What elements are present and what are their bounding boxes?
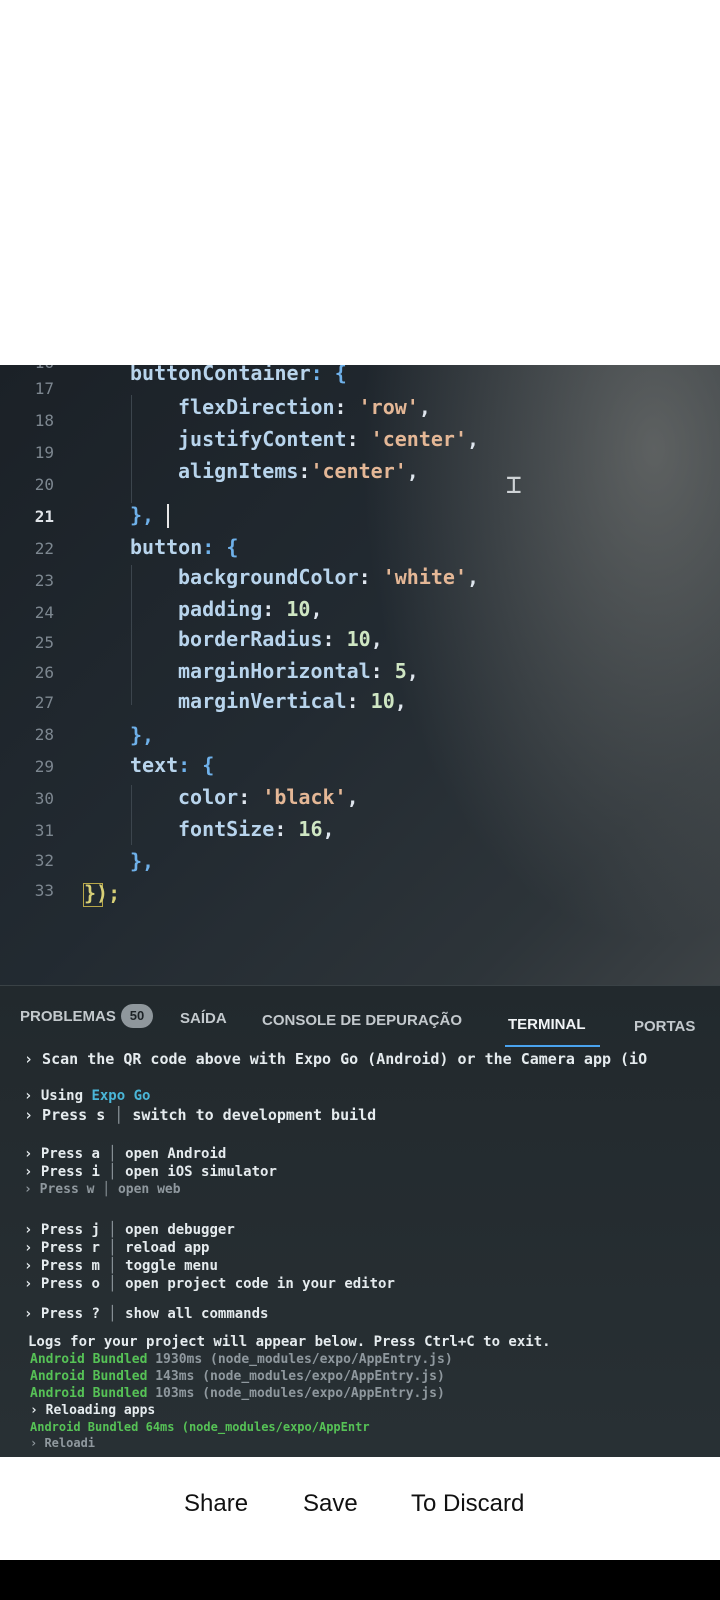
- line-number: 28: [34, 725, 54, 744]
- code-line: text: {: [130, 753, 215, 777]
- terminal-line: › Press o │ open project code in your ed…: [24, 1276, 395, 1292]
- code-line: color: 'black',: [178, 785, 359, 809]
- line-number: 16: [18, 365, 54, 372]
- system-navigation-bar: [0, 1560, 720, 1600]
- tab-problems[interactable]: PROBLEMAS: [20, 1008, 116, 1025]
- line-number: 20: [34, 475, 54, 494]
- code-line: },: [130, 849, 155, 873]
- terminal-line: › Press a │ open Android: [24, 1146, 227, 1162]
- tab-output[interactable]: SAÍDA: [180, 1010, 227, 1027]
- terminal-line: › Press ? │ show all commands: [24, 1306, 269, 1322]
- terminal-line: Android Bundled 1930ms (node_modules/exp…: [30, 1352, 453, 1367]
- terminal-line: › Reloading apps: [30, 1403, 156, 1418]
- tab-ports[interactable]: PORTAS: [634, 1018, 695, 1035]
- code-line: flexDirection: 'row',: [178, 395, 431, 419]
- code-line: },: [130, 503, 155, 527]
- bottom-panel: PROBLEMAS 50 SAÍDA CONSOLE DE DEPURAÇÃO …: [0, 985, 720, 1457]
- code-line: },: [130, 723, 155, 747]
- discard-button[interactable]: To Discard: [411, 1490, 524, 1518]
- photo-of-code-editor: 16 17 18 19 20 21 22 23 24 25 26 27 28 2…: [0, 365, 720, 1457]
- code-line: borderRadius: 10,: [178, 627, 383, 651]
- terminal-line: › Using Expo Go: [24, 1088, 151, 1104]
- tab-debug-console[interactable]: CONSOLE DE DEPURAÇÃO: [262, 1012, 462, 1029]
- terminal-line: › Reloadi: [30, 1436, 96, 1450]
- line-number: 23: [34, 571, 54, 590]
- line-number: 25: [34, 633, 54, 652]
- line-number: 24: [34, 603, 54, 622]
- problems-count-badge: 50: [121, 1004, 153, 1028]
- indent-guide: [131, 395, 132, 503]
- terminal-line: › Scan the QR code above with Expo Go (A…: [24, 1050, 648, 1068]
- mouse-ibeam-cursor-icon: ⌶: [506, 470, 522, 500]
- terminal-line: Android Bundled 103ms (node_modules/expo…: [30, 1386, 445, 1401]
- terminal-line: › Press i │ open iOS simulator: [24, 1164, 277, 1180]
- panel-tabs: PROBLEMAS 50 SAÍDA CONSOLE DE DEPURAÇÃO …: [0, 986, 720, 1056]
- terminal-line: Android Bundled 64ms (node_modules/expo/…: [30, 1420, 370, 1434]
- code-line: fontSize: 16,: [178, 817, 335, 841]
- code-line: marginHorizontal: 5,: [178, 659, 419, 683]
- terminal-line: › Press j │ open debugger: [24, 1222, 235, 1238]
- line-number: 17: [34, 379, 54, 398]
- active-tab-indicator: [505, 1045, 600, 1047]
- text-caret: [167, 504, 169, 528]
- terminal-line: Android Bundled 143ms (node_modules/expo…: [30, 1369, 445, 1384]
- media-action-bar: [0, 1457, 720, 1560]
- code-editor: 16 17 18 19 20 21 22 23 24 25 26 27 28 2…: [0, 365, 720, 990]
- code-line: alignItems:'center',: [178, 459, 419, 483]
- line-number: 29: [34, 757, 54, 776]
- line-number-active: 21: [34, 507, 54, 526]
- terminal-line: Logs for your project will appear below.…: [28, 1334, 551, 1350]
- terminal-line: › Press r │ reload app: [24, 1240, 210, 1256]
- line-number: 18: [34, 411, 54, 430]
- line-number: 19: [34, 443, 54, 462]
- indent-guide: [131, 785, 132, 845]
- line-number: 31: [34, 821, 54, 840]
- code-line: padding: 10,: [178, 597, 323, 621]
- save-button[interactable]: Save: [303, 1490, 358, 1518]
- tab-terminal[interactable]: TERMINAL: [508, 1016, 586, 1033]
- line-number: 27: [34, 693, 54, 712]
- terminal-line: › Press m │ toggle menu: [24, 1258, 218, 1274]
- code-line: backgroundColor: 'white',: [178, 565, 480, 589]
- terminal-line: › Press w │ open web: [24, 1182, 181, 1197]
- code-line: buttonContainer: {: [130, 365, 347, 385]
- line-number: 22: [34, 539, 54, 558]
- line-number: 32: [34, 851, 54, 870]
- line-number: 26: [34, 663, 54, 682]
- indent-guide: [131, 565, 132, 705]
- line-number: 33: [34, 881, 54, 900]
- code-line: marginVertical: 10,: [178, 689, 407, 713]
- code-line: justifyContent: 'center',: [178, 427, 480, 451]
- code-line: });: [84, 881, 121, 905]
- share-button[interactable]: Share: [184, 1490, 248, 1518]
- terminal-line: › Press s │ switch to development build: [24, 1106, 377, 1124]
- code-line: button: {: [130, 535, 239, 559]
- line-number: 30: [34, 789, 54, 808]
